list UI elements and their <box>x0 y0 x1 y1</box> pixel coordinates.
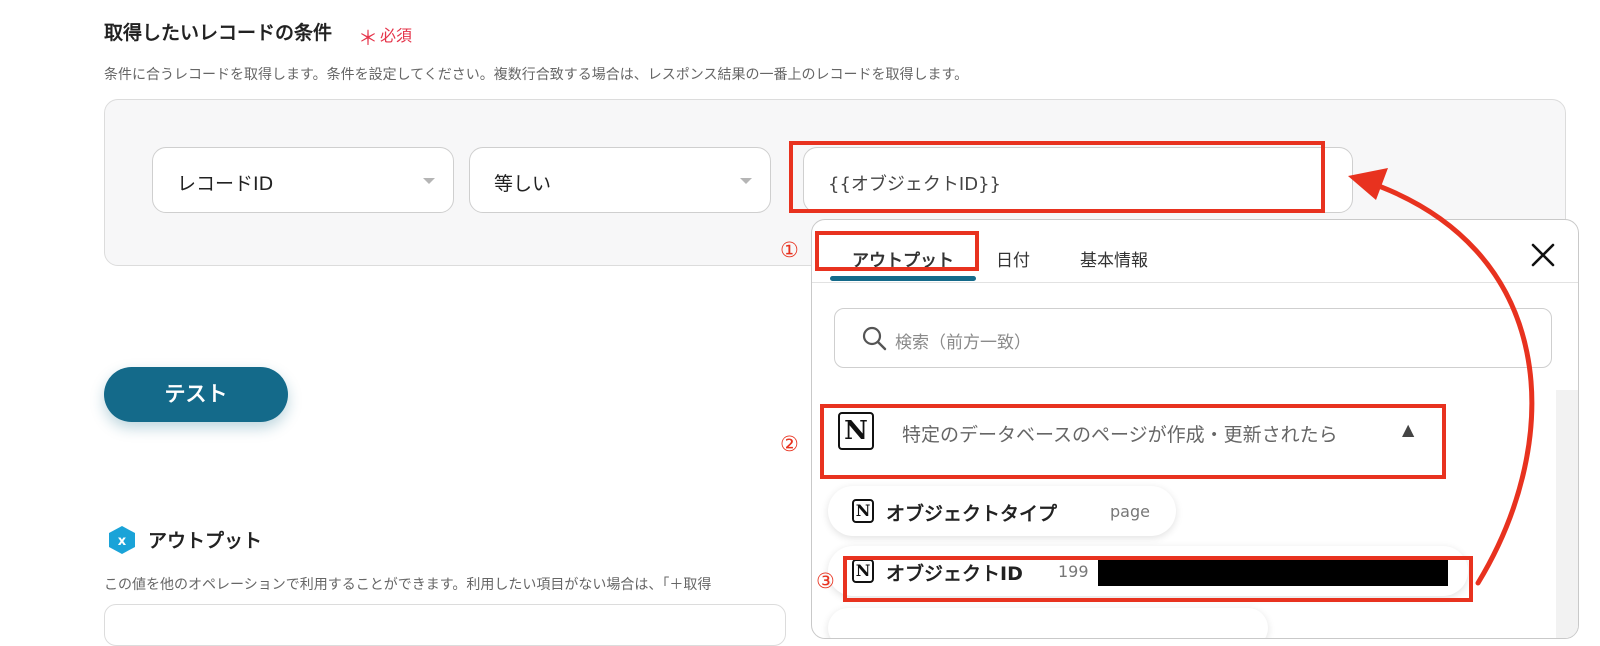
annotation-arrow <box>1348 168 1535 586</box>
